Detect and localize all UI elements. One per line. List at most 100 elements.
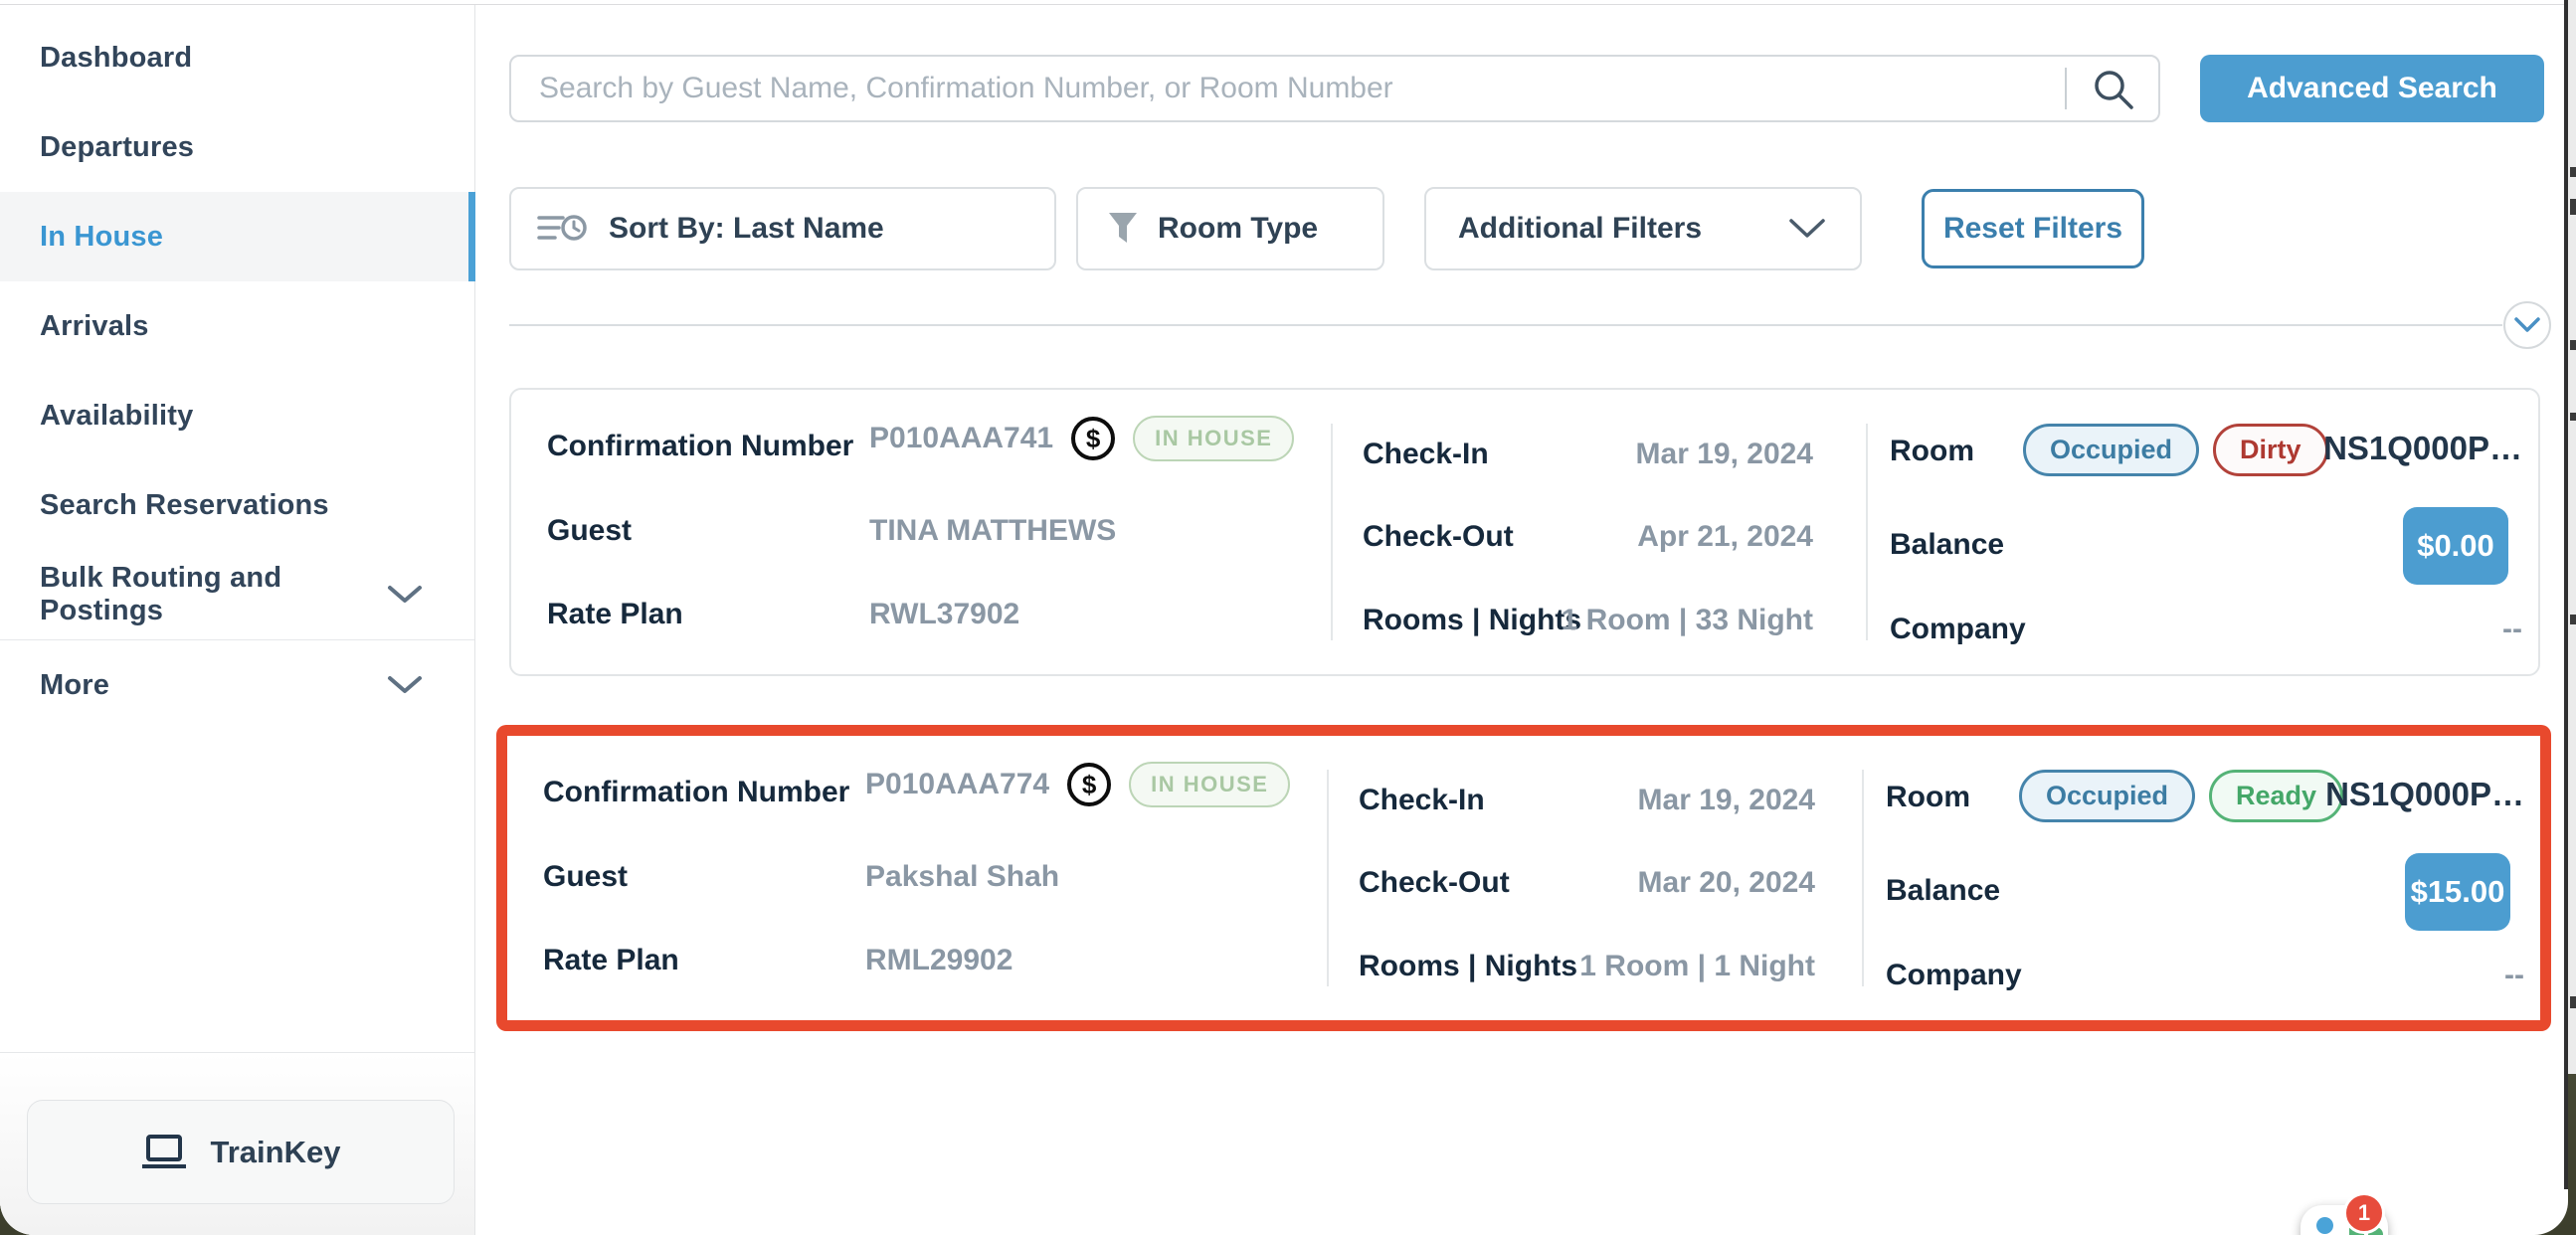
sort-clock-icon bbox=[537, 211, 589, 247]
results-divider bbox=[509, 324, 2502, 326]
balance-button[interactable]: $15.00 bbox=[2405, 853, 2510, 931]
sidebar-item-availability[interactable]: Availability bbox=[0, 371, 474, 460]
room-status-pills: Occupied Ready bbox=[2019, 770, 2343, 822]
advanced-search-button[interactable]: Advanced Search bbox=[2200, 55, 2544, 122]
search-icon[interactable] bbox=[2091, 67, 2136, 112]
card-divider bbox=[1862, 770, 1864, 986]
edge-artifact bbox=[2570, 413, 2576, 421]
check-in-date: Mar 19, 2024 bbox=[1638, 784, 1815, 817]
status-badge: IN HOUSE bbox=[1133, 416, 1294, 461]
room-type-dropdown[interactable]: Room Type bbox=[1076, 187, 1384, 270]
room-label: Room bbox=[1886, 781, 1970, 814]
collapse-chevron-button[interactable] bbox=[2503, 301, 2551, 349]
sidebar-item-label: More bbox=[40, 669, 109, 702]
reservation-card[interactable]: Confirmation Number P010AAA741 $ IN HOUS… bbox=[509, 388, 2540, 676]
rate-plan-label: Rate Plan bbox=[543, 944, 679, 977]
funnel-icon bbox=[1108, 212, 1138, 246]
search-separator bbox=[2065, 68, 2067, 109]
ready-badge: Ready bbox=[2209, 770, 2343, 822]
sidebar-item-label: Availability bbox=[40, 400, 193, 433]
status-badge: IN HOUSE bbox=[1129, 762, 1290, 807]
dollar-icon[interactable]: $ bbox=[1067, 763, 1111, 806]
check-in-date: Mar 19, 2024 bbox=[1636, 438, 1813, 471]
balance-label: Balance bbox=[1886, 874, 2000, 908]
rooms-nights-label: Rooms | Nights bbox=[1363, 604, 1581, 637]
laptop-icon bbox=[141, 1135, 187, 1170]
chevron-down-icon bbox=[1788, 218, 1826, 240]
sidebar-item-departures[interactable]: Departures bbox=[0, 102, 474, 192]
sidebar-item-bulk-routing[interactable]: Bulk Routing and Postings bbox=[0, 550, 474, 639]
edge-artifact bbox=[2570, 340, 2576, 350]
sidebar-item-label: Search Reservations bbox=[40, 489, 329, 522]
background-window-sliver bbox=[2568, 0, 2576, 1074]
highlight-frame: Confirmation Number P010AAA774 $ IN HOUS… bbox=[496, 725, 2551, 1031]
room-type-label: Room Type bbox=[1158, 212, 1318, 246]
dirty-badge: Dirty bbox=[2213, 424, 2328, 476]
company-label: Company bbox=[1890, 613, 2026, 646]
edge-artifact bbox=[2570, 615, 2576, 624]
check-out-label: Check-Out bbox=[1363, 520, 1514, 554]
rooms-nights-value: 1 Room | 33 Night bbox=[1562, 604, 1813, 637]
sidebar-item-label: Arrivals bbox=[40, 310, 149, 343]
additional-filters-dropdown[interactable]: Additional Filters bbox=[1424, 187, 1862, 270]
guest-label: Guest bbox=[547, 514, 632, 548]
guest-label: Guest bbox=[543, 860, 628, 894]
room-number: NS1Q000P… bbox=[2323, 430, 2522, 467]
card-divider bbox=[1327, 770, 1329, 986]
logo-dot bbox=[2316, 1217, 2333, 1234]
sidebar-item-arrivals[interactable]: Arrivals bbox=[0, 281, 474, 371]
search-input[interactable] bbox=[509, 55, 2160, 122]
guest-name: TINA MATTHEWS bbox=[869, 514, 1116, 548]
edge-artifact bbox=[2570, 996, 2576, 1008]
confirmation-label: Confirmation Number bbox=[547, 430, 853, 463]
company-value: -- bbox=[2502, 613, 2522, 646]
edge-artifact bbox=[2570, 199, 2576, 215]
sidebar-item-more[interactable]: More bbox=[0, 640, 474, 730]
edge-artifact bbox=[2570, 167, 2576, 177]
rooms-nights-value: 1 Room | 1 Night bbox=[1579, 950, 1815, 983]
occupied-badge: Occupied bbox=[2023, 424, 2199, 476]
check-in-label: Check-In bbox=[1363, 438, 1489, 471]
rate-plan-value: RML29902 bbox=[865, 944, 1012, 977]
rate-plan-label: Rate Plan bbox=[547, 598, 683, 631]
confirmation-row: P010AAA774 $ IN HOUSE bbox=[865, 762, 1290, 807]
notification-badge: 1 bbox=[2343, 1192, 2385, 1234]
room-number: NS1Q000P… bbox=[2325, 776, 2524, 813]
check-out-date: Mar 20, 2024 bbox=[1638, 866, 1815, 900]
occupied-badge: Occupied bbox=[2019, 770, 2195, 822]
company-label: Company bbox=[1886, 959, 2022, 992]
sidebar-nav: Dashboard Departures In House Arrivals A… bbox=[0, 13, 474, 730]
chevron-down-icon bbox=[2514, 317, 2540, 333]
screen: Dashboard Departures In House Arrivals A… bbox=[0, 0, 2576, 1235]
reset-filters-button[interactable]: Reset Filters bbox=[1922, 189, 2144, 268]
sidebar-item-dashboard[interactable]: Dashboard bbox=[0, 13, 474, 102]
check-in-label: Check-In bbox=[1359, 784, 1485, 817]
check-out-label: Check-Out bbox=[1359, 866, 1510, 900]
trainkey-label: TrainKey bbox=[211, 1135, 341, 1170]
room-label: Room bbox=[1890, 435, 1974, 468]
reservation-card[interactable]: Confirmation Number P010AAA774 $ IN HOUS… bbox=[507, 736, 2540, 1020]
sidebar-item-search-reservations[interactable]: Search Reservations bbox=[0, 460, 474, 550]
company-value: -- bbox=[2504, 959, 2524, 992]
confirmation-number: P010AAA741 bbox=[869, 422, 1053, 455]
card-divider bbox=[1331, 424, 1333, 640]
sidebar-item-label: Dashboard bbox=[40, 42, 192, 75]
balance-label: Balance bbox=[1890, 528, 2004, 562]
sidebar-footer: TrainKey bbox=[0, 1052, 474, 1235]
room-status-pills: Occupied Dirty bbox=[2023, 424, 2328, 476]
chevron-down-icon bbox=[387, 674, 423, 696]
balance-button[interactable]: $0.00 bbox=[2403, 507, 2508, 585]
confirmation-label: Confirmation Number bbox=[543, 776, 849, 809]
rooms-nights-label: Rooms | Nights bbox=[1359, 950, 1577, 983]
rate-plan-value: RWL37902 bbox=[869, 598, 1019, 631]
sort-by-dropdown[interactable]: Sort By: Last Name bbox=[509, 187, 1056, 270]
sidebar-item-in-house[interactable]: In House bbox=[0, 192, 474, 281]
card-divider bbox=[1866, 424, 1868, 640]
confirmation-number: P010AAA774 bbox=[865, 768, 1049, 801]
sidebar-item-label: Departures bbox=[40, 131, 194, 164]
confirmation-row: P010AAA741 $ IN HOUSE bbox=[869, 416, 1294, 461]
chevron-down-icon bbox=[387, 584, 423, 606]
dollar-icon[interactable]: $ bbox=[1071, 417, 1115, 460]
sidebar-item-label: Bulk Routing and Postings bbox=[40, 562, 387, 627]
trainkey-button[interactable]: TrainKey bbox=[27, 1100, 455, 1204]
